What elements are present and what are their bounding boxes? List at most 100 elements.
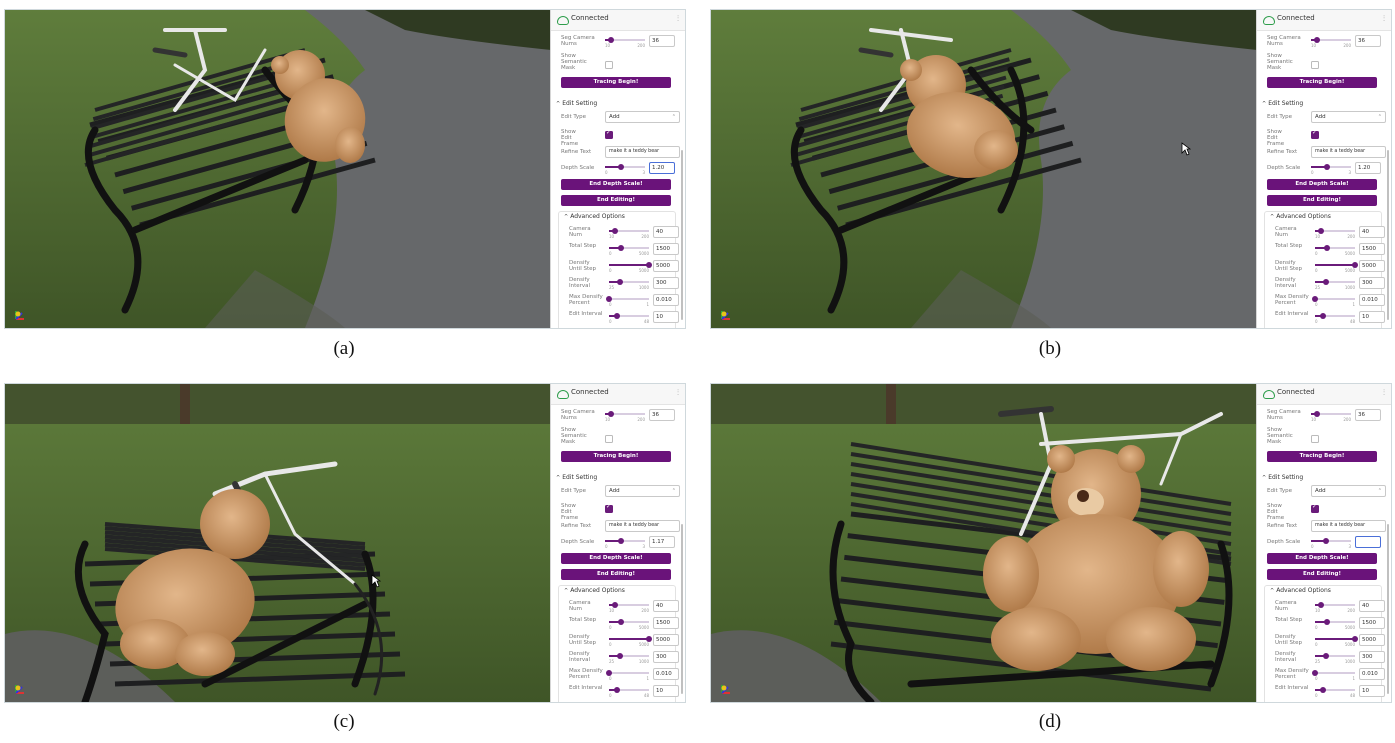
advanced-option-input[interactable]: 0.010 <box>1359 668 1385 680</box>
advanced-option-input[interactable]: 40 <box>1359 600 1385 612</box>
refine-text-input[interactable]: make it a teddy bear <box>605 146 680 158</box>
advanced-option-input[interactable]: 5000 <box>653 634 679 646</box>
show-semantic-mask-checkbox[interactable] <box>605 61 613 69</box>
seg-camera-nums-slider[interactable] <box>1311 37 1351 43</box>
seg-camera-nums-slider[interactable] <box>605 37 645 43</box>
advanced-option-slider[interactable] <box>1312 670 1355 676</box>
seg-camera-nums-input[interactable]: 36 <box>649 409 675 421</box>
end-depth-scale-button[interactable]: End Depth Scale! <box>561 179 671 190</box>
scrollbar[interactable] <box>1387 524 1389 694</box>
advanced-option-input[interactable]: 300 <box>1359 277 1385 289</box>
advanced-option-input[interactable]: 5000 <box>1359 634 1385 646</box>
advanced-option-slider[interactable] <box>1315 687 1355 693</box>
advanced-option-input[interactable]: 0.010 <box>653 668 679 680</box>
edit-setting-header[interactable]: ^ Edit Setting <box>556 100 597 107</box>
advanced-option-slider[interactable] <box>1315 245 1355 251</box>
advanced-option-slider[interactable] <box>1315 279 1355 285</box>
sliders-icon[interactable]: ⫶ <box>1383 388 1385 398</box>
edit-type-select[interactable]: Add ⌃ <box>1311 485 1386 497</box>
tracing-begin-button[interactable]: Tracing Begin! <box>561 77 671 88</box>
edit-setting-header[interactable]: ^ Edit Setting <box>556 474 597 481</box>
tracing-begin-button[interactable]: Tracing Begin! <box>1267 77 1377 88</box>
advanced-options-header[interactable]: ^ Advanced Options <box>564 587 625 594</box>
scrollbar[interactable] <box>681 150 683 320</box>
refine-text-input[interactable]: make it a teddy bear <box>1311 146 1386 158</box>
refine-text-input[interactable]: make it a teddy bear <box>1311 520 1386 532</box>
advanced-option-input[interactable]: 40 <box>653 226 679 238</box>
advanced-option-input[interactable]: 1500 <box>653 243 679 255</box>
viewport-render[interactable] <box>5 10 551 328</box>
advanced-option-slider[interactable] <box>609 279 649 285</box>
advanced-option-slider[interactable] <box>609 313 649 319</box>
end-editing-button[interactable]: End Editing! <box>561 195 671 206</box>
advanced-option-slider[interactable] <box>609 228 649 234</box>
end-editing-button[interactable]: End Editing! <box>561 569 671 580</box>
end-depth-scale-button[interactable]: End Depth Scale! <box>1267 179 1377 190</box>
advanced-options-header[interactable]: ^ Advanced Options <box>1270 587 1331 594</box>
advanced-option-input[interactable]: 0.010 <box>653 294 679 306</box>
advanced-option-slider[interactable] <box>1315 602 1355 608</box>
show-edit-frame-checkbox[interactable] <box>1311 129 1319 139</box>
advanced-option-slider[interactable] <box>1315 636 1358 642</box>
depth-scale-slider[interactable] <box>1311 538 1351 544</box>
advanced-option-input[interactable]: 1500 <box>1359 617 1385 629</box>
advanced-options-header[interactable]: ^ Advanced Options <box>1270 213 1331 220</box>
edit-setting-header[interactable]: ^ Edit Setting <box>1262 474 1303 481</box>
advanced-option-slider[interactable] <box>609 653 649 659</box>
seg-camera-nums-slider[interactable] <box>1311 411 1351 417</box>
advanced-option-slider[interactable] <box>1312 296 1355 302</box>
edit-type-select[interactable]: Add ⌃ <box>1311 111 1386 123</box>
advanced-option-slider[interactable] <box>606 670 649 676</box>
depth-scale-slider[interactable] <box>605 538 645 544</box>
advanced-option-input[interactable]: 10 <box>1359 311 1385 323</box>
depth-scale-input[interactable] <box>1355 536 1381 548</box>
tracing-begin-button[interactable]: Tracing Begin! <box>1267 451 1377 462</box>
advanced-option-slider[interactable] <box>609 245 649 251</box>
advanced-option-slider[interactable] <box>606 296 649 302</box>
viewport-render[interactable] <box>711 384 1257 702</box>
show-edit-frame-checkbox[interactable] <box>605 503 613 513</box>
advanced-option-slider[interactable] <box>1315 313 1355 319</box>
show-semantic-mask-checkbox[interactable] <box>605 435 613 443</box>
advanced-option-slider[interactable] <box>1315 653 1355 659</box>
end-depth-scale-button[interactable]: End Depth Scale! <box>561 553 671 564</box>
advanced-option-slider[interactable] <box>609 636 652 642</box>
show-edit-frame-checkbox[interactable] <box>1311 503 1319 513</box>
advanced-option-slider[interactable] <box>1315 619 1355 625</box>
show-semantic-mask-checkbox[interactable] <box>1311 61 1319 69</box>
advanced-option-input[interactable]: 300 <box>653 651 679 663</box>
seg-camera-nums-input[interactable]: 36 <box>1355 409 1381 421</box>
edit-setting-header[interactable]: ^ Edit Setting <box>1262 100 1303 107</box>
advanced-option-input[interactable]: 1500 <box>653 617 679 629</box>
depth-scale-slider[interactable] <box>605 164 645 170</box>
depth-scale-slider[interactable] <box>1311 164 1351 170</box>
advanced-option-input[interactable]: 300 <box>653 277 679 289</box>
advanced-option-input[interactable]: 0.010 <box>1359 294 1385 306</box>
advanced-option-slider[interactable] <box>609 687 649 693</box>
viewport-render[interactable] <box>5 384 551 702</box>
advanced-option-input[interactable]: 10 <box>653 311 679 323</box>
sliders-icon[interactable]: ⫶ <box>677 388 679 398</box>
seg-camera-nums-input[interactable]: 36 <box>1355 35 1381 47</box>
tracing-begin-button[interactable]: Tracing Begin! <box>561 451 671 462</box>
advanced-option-input[interactable]: 5000 <box>1359 260 1385 272</box>
depth-scale-input[interactable]: 1.20 <box>649 162 675 174</box>
advanced-option-input[interactable]: 40 <box>653 600 679 612</box>
advanced-option-slider[interactable] <box>609 602 649 608</box>
sliders-icon[interactable]: ⫶ <box>677 14 679 24</box>
refine-text-input[interactable]: make it a teddy bear <box>605 520 680 532</box>
edit-type-select[interactable]: Add ⌃ <box>605 111 680 123</box>
advanced-option-input[interactable]: 300 <box>1359 651 1385 663</box>
advanced-option-input[interactable]: 1500 <box>1359 243 1385 255</box>
advanced-option-slider[interactable] <box>609 262 652 268</box>
viewport-render[interactable] <box>711 10 1257 328</box>
show-edit-frame-checkbox[interactable] <box>605 129 613 139</box>
seg-camera-nums-slider[interactable] <box>605 411 645 417</box>
advanced-option-input[interactable]: 10 <box>653 685 679 697</box>
advanced-options-header[interactable]: ^ Advanced Options <box>564 213 625 220</box>
end-depth-scale-button[interactable]: End Depth Scale! <box>1267 553 1377 564</box>
advanced-option-slider[interactable] <box>1315 228 1355 234</box>
end-editing-button[interactable]: End Editing! <box>1267 569 1377 580</box>
advanced-option-input[interactable]: 10 <box>1359 685 1385 697</box>
advanced-option-slider[interactable] <box>1315 262 1358 268</box>
